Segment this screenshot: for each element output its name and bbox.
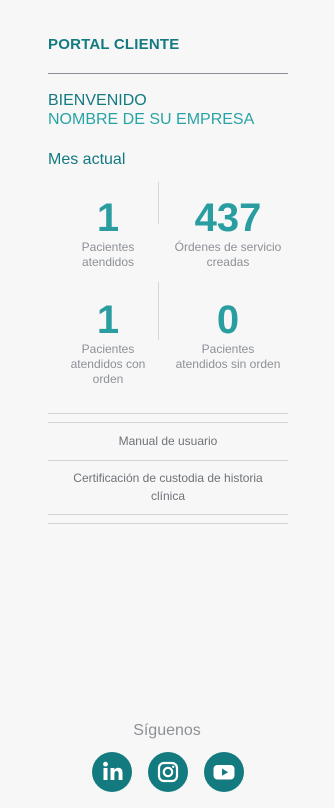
stat-label: Pacientes atendidos sin orden xyxy=(175,342,281,371)
links-divider-bottom xyxy=(48,523,288,524)
welcome-block: BIENVENIDO NOMBRE DE SU EMPRESA xyxy=(48,91,254,129)
stat-patients-with-order: 1 Pacientes atendidos con orden xyxy=(48,282,168,392)
stat-value: 1 xyxy=(96,196,120,240)
instagram-icon xyxy=(157,761,179,783)
youtube-button[interactable] xyxy=(204,752,244,792)
stats-grid: 1 Pacientes atendidos 437 Órdenes de ser… xyxy=(48,180,288,392)
stat-separator xyxy=(158,282,159,340)
linkedin-icon xyxy=(103,761,123,780)
stat-label: Pacientes atendidos con orden xyxy=(70,342,146,386)
instagram-button[interactable] xyxy=(148,752,188,792)
header-divider xyxy=(48,73,288,74)
portal-title: PORTAL CLIENTE xyxy=(48,36,180,53)
stat-service-orders: 437 Órdenes de servicio creadas xyxy=(168,180,288,280)
user-manual-link[interactable]: Manual de usuario xyxy=(48,423,288,461)
stat-patients-without-order: 0 Pacientes atendidos sin orden xyxy=(168,282,288,392)
stat-value: 0 xyxy=(216,298,240,342)
stat-separator xyxy=(158,182,159,224)
period-label: Mes actual xyxy=(48,151,126,168)
stat-label: Órdenes de servicio creadas xyxy=(174,240,282,269)
stat-patients-attended: 1 Pacientes atendidos xyxy=(48,180,168,280)
youtube-icon xyxy=(213,765,235,780)
welcome-greeting: BIENVENIDO xyxy=(48,92,147,109)
document-links: Manual de usuario Certificación de custo… xyxy=(48,422,288,515)
stats-row: 1 Pacientes atendidos 437 Órdenes de ser… xyxy=(48,180,288,280)
social-links xyxy=(0,752,334,792)
stat-label: Pacientes atendidos xyxy=(81,240,135,269)
stat-value: 437 xyxy=(194,196,262,240)
linkedin-button[interactable] xyxy=(92,752,132,792)
stats-row: 1 Pacientes atendidos con orden 0 Pacien… xyxy=(48,282,288,392)
stat-value: 1 xyxy=(96,298,120,342)
links-divider-top xyxy=(48,413,288,414)
follow-label: Síguenos xyxy=(133,722,201,739)
custody-certificate-link[interactable]: Certificación de custodia de historia cl… xyxy=(48,461,288,515)
company-name: NOMBRE DE SU EMPRESA xyxy=(48,111,255,128)
